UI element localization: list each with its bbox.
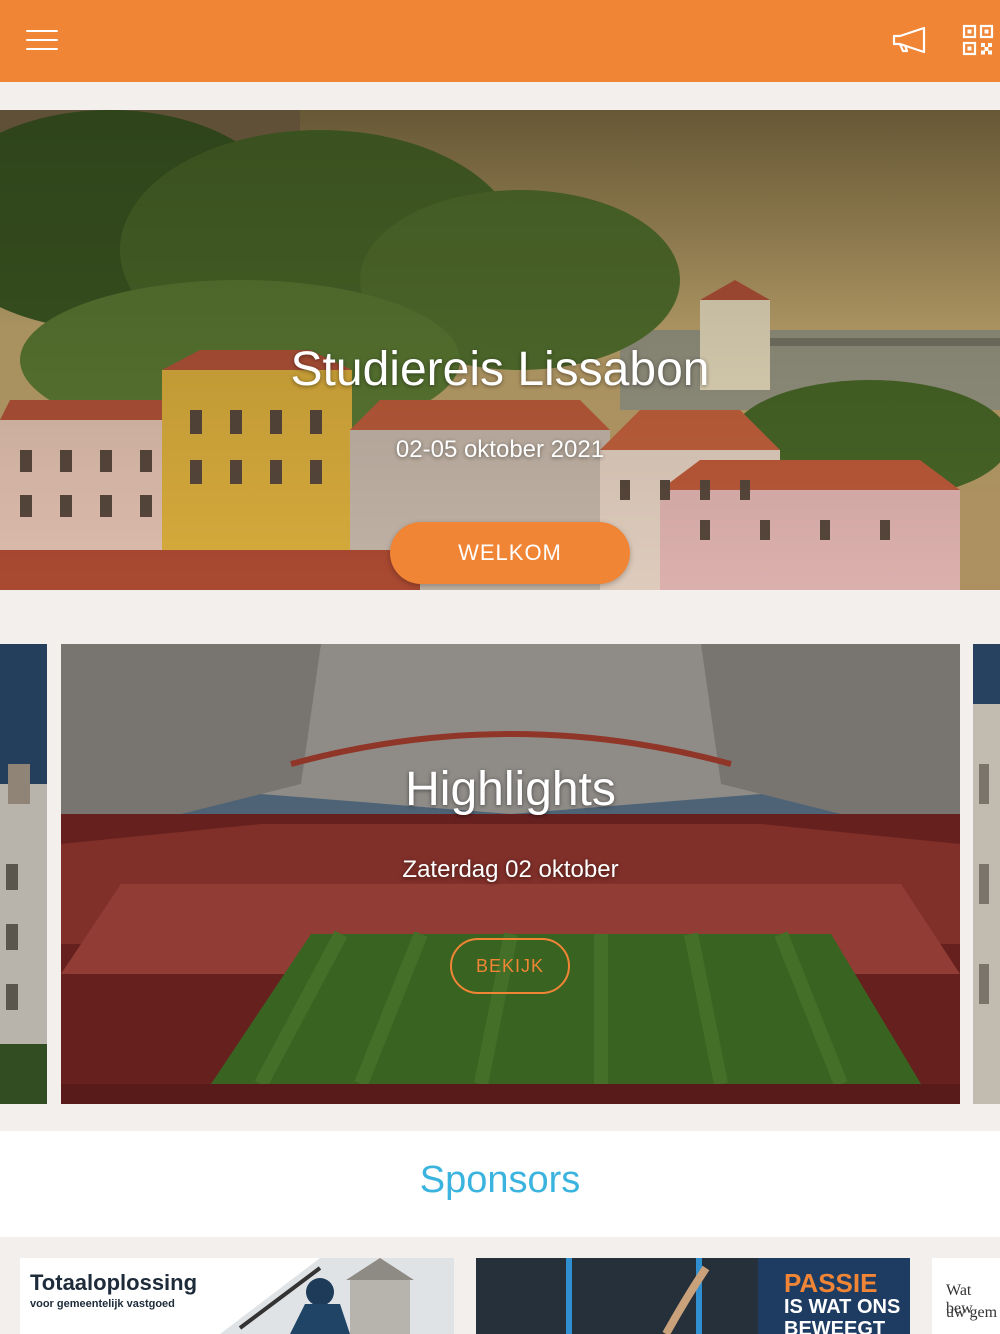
- highlights-slide[interactable]: Highlights Zaterdag 02 oktober BEKIJK: [61, 644, 960, 1104]
- hero-banner: Studiereis Lissabon 02-05 oktober 2021 W…: [0, 110, 1000, 590]
- sponsor-card-vastgoed[interactable]: Totaaloplossing voor gemeentelijk vastgo…: [20, 1258, 454, 1334]
- sponsor-passie-line2: IS WAT ONS: [784, 1296, 901, 1318]
- sponsors-title: Sponsors: [419, 1159, 581, 1201]
- megaphone-icon[interactable]: [890, 24, 930, 56]
- hero-title: Studiereis Lissabon: [290, 343, 710, 396]
- highlights-carousel[interactable]: Highlights Zaterdag 02 oktober BEKIJK: [0, 644, 1000, 1104]
- qr-code-icon[interactable]: [962, 24, 994, 56]
- sponsor-card-partial[interactable]: Wat bew uw gem: [932, 1258, 1000, 1334]
- previous-slide-peek[interactable]: [0, 644, 47, 1104]
- sponsor-card-passie[interactable]: PASSIE IS WAT ONS BEWEEGT: [476, 1258, 910, 1334]
- hamburger-menu-icon[interactable]: [26, 28, 58, 52]
- sponsor-vastgoed-headline: Totaaloplossing: [30, 1270, 198, 1295]
- next-slide-peek[interactable]: [973, 644, 1000, 1104]
- sponsor-vastgoed-tagline: voor gemeentelijk vastgoed: [30, 1298, 175, 1310]
- top-app-bar: [0, 0, 1000, 82]
- sponsors-header: Sponsors: [0, 1131, 1000, 1237]
- bekijk-button[interactable]: BEKIJK: [450, 938, 570, 994]
- sponsor-passie-line3: BEWEEGT: [784, 1318, 886, 1334]
- sponsor-passie-line1: PASSIE: [784, 1268, 878, 1298]
- slide-date: Zaterdag 02 oktober: [402, 856, 619, 883]
- hero-date: 02-05 oktober 2021: [395, 436, 605, 463]
- slide-title: Highlights: [405, 763, 616, 816]
- welkom-button[interactable]: WELKOM: [390, 522, 630, 584]
- sponsor-partial-line2: uw gem: [946, 1304, 998, 1321]
